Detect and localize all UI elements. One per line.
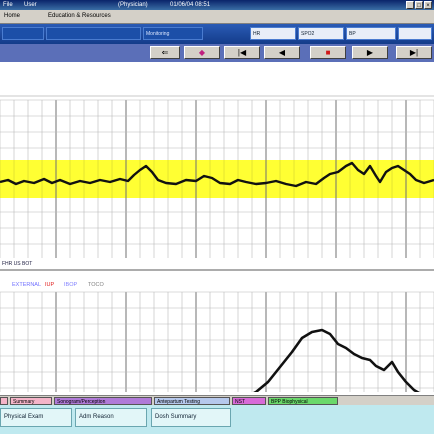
status-field: Monitoring: [143, 27, 203, 40]
back-button[interactable]: ⇐: [150, 46, 180, 59]
title-bar: File User (Physician) 01/06/04 08:51 _ □…: [0, 0, 434, 10]
close-button[interactable]: ×: [424, 1, 432, 9]
vital-field-hr: HR: [250, 27, 296, 40]
header-extra: [398, 27, 432, 40]
vital-field-spo2: SPO2: [298, 27, 344, 40]
skip-end-button[interactable]: ▶|: [396, 46, 432, 59]
patient-header: Monitoring HR SPO2 BP: [0, 24, 434, 44]
lower-strip-label: EXTERNAL: [12, 282, 41, 288]
menu-home[interactable]: Home: [4, 10, 20, 23]
tab-edge[interactable]: [0, 397, 8, 405]
menu-bar: Home Education & Resources: [0, 10, 434, 24]
stop-button[interactable]: ■: [310, 46, 346, 59]
window-controls: _ □ ×: [406, 1, 432, 9]
tab-antepartum[interactable]: Antepartum Testing: [154, 397, 230, 405]
minimize-button[interactable]: _: [406, 1, 414, 9]
date-label: 01/06/04 08:51: [170, 2, 211, 8]
dosh-summary-button[interactable]: Dosh Summary: [151, 408, 231, 427]
maximize-button[interactable]: □: [415, 1, 423, 9]
play-button[interactable]: ▶: [352, 46, 388, 59]
menu-education[interactable]: Education & Resources: [48, 10, 111, 23]
file-menu[interactable]: File: [3, 0, 13, 10]
lower-strip-label-iup: IUP: [45, 282, 55, 288]
header-field: [2, 27, 44, 40]
lower-strip-label-toco: TOCO: [88, 282, 105, 288]
lower-strip-grid: [0, 291, 434, 392]
fetal-monitor-strips: FHR US BOT EXTERNAL IUP IBOP TOCO: [0, 95, 434, 392]
patient-field[interactable]: [46, 27, 141, 40]
lower-strip-label-ibop: IBOP: [64, 282, 77, 288]
user-label: User: [24, 2, 37, 8]
skip-start-button[interactable]: |◀: [224, 46, 260, 59]
role-label: (Physician): [118, 2, 148, 8]
tab-summary[interactable]: Summary: [10, 397, 52, 405]
bottom-panel: Physical Exam Adm Reason Dosh Summary: [0, 405, 434, 434]
adm-reason-button[interactable]: Adm Reason: [75, 408, 147, 427]
physical-exam-button[interactable]: Physical Exam: [0, 408, 72, 427]
tab-bpp[interactable]: BPP Biophysical: [268, 397, 338, 405]
rewind-button[interactable]: ◀: [264, 46, 300, 59]
upper-strip-label: FHR US BOT: [2, 261, 32, 267]
toco-trace: [253, 328, 420, 392]
playback-toolbar: ⇐ ◆ |◀ ◀ ■ ▶ ▶|: [0, 44, 434, 63]
tab-sonogram[interactable]: Sonogram/Perception: [54, 397, 152, 405]
tab-nst[interactable]: NST: [232, 397, 266, 405]
color-icon-button[interactable]: ◆: [184, 46, 220, 59]
vital-field-bp: BP: [346, 27, 396, 40]
